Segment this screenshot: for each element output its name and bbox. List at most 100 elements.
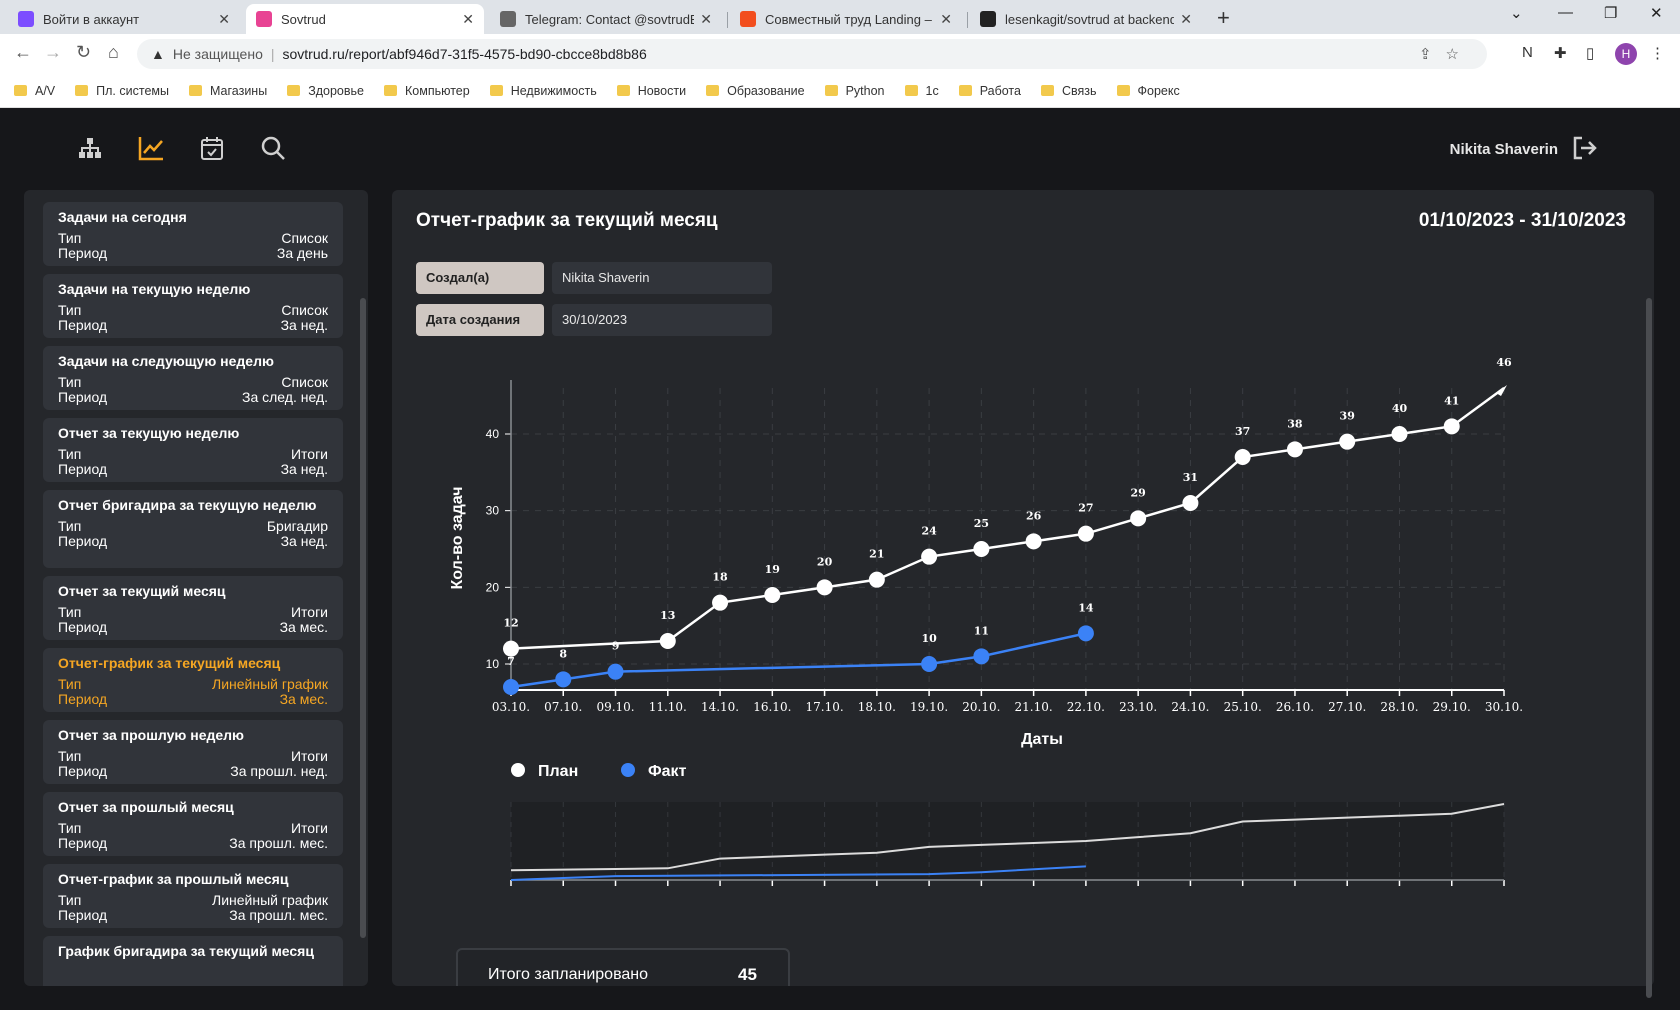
- report-card[interactable]: Отчет за прошлый месяц Тип Итоги Период За п…: [43, 792, 343, 856]
- report-card[interactable]: Задачи на текущую неделю Тип Список Период З…: [43, 274, 343, 338]
- close-icon[interactable]: ✕: [218, 11, 230, 28]
- forward-arrow-icon[interactable]: →: [44, 42, 62, 63]
- bookmark-item[interactable]: Недвижимость: [489, 84, 597, 98]
- report-card[interactable]: Задачи на следующую неделю Тип Список Перио…: [43, 346, 343, 410]
- bookmark-item[interactable]: Работа: [958, 84, 1021, 98]
- report-card-title: Задачи на сегодня: [58, 209, 187, 225]
- home-icon[interactable]: ⌂: [108, 42, 119, 63]
- folder-icon: [824, 85, 838, 96]
- bookmark-item[interactable]: Компьютер: [384, 84, 470, 98]
- tab-search-icon[interactable]: ⌄: [1510, 4, 1523, 22]
- plan-point: [816, 579, 833, 596]
- address-bar[interactable]: ▲ Не защищено | sovtrud.ru/report/abf946…: [137, 39, 1487, 69]
- warning-triangle-icon[interactable]: ▲: [151, 46, 165, 62]
- plan-point: [764, 587, 781, 603]
- report-card-value: За прошл. мес.: [229, 907, 328, 923]
- kebab-menu-icon[interactable]: ⋮: [1650, 44, 1665, 62]
- report-card[interactable]: График бригадира за текущий месяц: [43, 936, 343, 986]
- user-name[interactable]: Nikita Shaverin: [1450, 141, 1558, 158]
- close-icon[interactable]: ✕: [700, 11, 712, 28]
- security-status[interactable]: Не защищено: [173, 46, 263, 62]
- browser-tab[interactable]: Telegram: Contact @sovtrudBot ✕: [490, 4, 722, 34]
- report-card-title: Отчет за прошлую неделю: [58, 727, 245, 743]
- report-card-label: Период: [58, 245, 108, 261]
- back-arrow-icon[interactable]: ←: [14, 42, 32, 63]
- folder-icon: [1040, 85, 1054, 96]
- bookmark-item[interactable]: Новости: [616, 84, 686, 98]
- bookmark-item[interactable]: Python: [824, 83, 885, 98]
- hierarchy-icon[interactable]: [76, 134, 104, 162]
- plan-point: [1286, 441, 1303, 458]
- reload-icon[interactable]: ↻: [76, 42, 91, 63]
- report-card-row: Период За нед.: [58, 318, 328, 333]
- bookmark-item[interactable]: 1с: [904, 84, 939, 98]
- bookmark-item[interactable]: Здоровье: [287, 84, 364, 98]
- sidebar-scrollbar[interactable]: [360, 298, 366, 938]
- tab-separator: [967, 12, 968, 28]
- report-card-value: Итоги: [290, 748, 328, 764]
- close-icon[interactable]: ✕: [462, 11, 474, 28]
- report-card-label: Тип: [58, 820, 82, 836]
- profile-avatar[interactable]: H: [1615, 43, 1637, 65]
- report-card-value: Список: [281, 302, 328, 318]
- restore-icon[interactable]: ❐: [1604, 4, 1617, 22]
- bookmark-item[interactable]: Связь: [1040, 84, 1097, 98]
- report-card[interactable]: Отчет за прошлую неделю Тип Итоги Период За …: [43, 720, 343, 784]
- search-icon[interactable]: [259, 134, 287, 162]
- x-tick-label: 11.10.: [649, 700, 687, 714]
- report-card-label: Тип: [58, 518, 82, 534]
- bookmark-item[interactable]: Пл. системы: [75, 84, 169, 98]
- data-label: 20: [817, 555, 833, 568]
- report-card[interactable]: Задачи на сегодня Тип Список Период За день: [43, 202, 343, 266]
- browser-tab[interactable]: Войти в аккаунт ✕: [8, 4, 240, 34]
- plan-point: [973, 541, 990, 557]
- report-card-value: За нед.: [280, 533, 328, 549]
- browser-tab[interactable]: lesenkagit/sovtrud at backend-d ✕: [970, 4, 1202, 34]
- y-tick-label: 40: [486, 427, 500, 441]
- report-card-title: Отчет-график за прошлый месяц: [58, 871, 289, 887]
- x-tick-label: 30.10.: [1485, 700, 1523, 714]
- report-card[interactable]: Отчет за текущую неделю Тип Итоги Период За …: [43, 418, 343, 482]
- report-scrollbar[interactable]: [1646, 298, 1652, 998]
- report-card[interactable]: Отчет за текущий месяц Тип Итоги Период За м…: [43, 576, 343, 640]
- tab-favicon-icon: [740, 11, 756, 27]
- share-and-star-icons[interactable]: ⇪☆: [1419, 45, 1473, 63]
- report-card[interactable]: Отчет-график за текущий месяц Тип Линейный…: [43, 648, 343, 712]
- report-card[interactable]: Отчет-график за прошлый месяц Тип Линейный…: [43, 864, 343, 928]
- minimize-icon[interactable]: —: [1558, 4, 1573, 21]
- data-label: 21: [869, 548, 884, 561]
- report-card-value: Итоги: [290, 446, 328, 462]
- extensions-puzzle-icon[interactable]: ✚: [1554, 44, 1567, 62]
- address-divider: |: [270, 46, 275, 62]
- report-card-row: Период За след. нед.: [58, 390, 328, 405]
- plan-point: [1077, 525, 1094, 542]
- new-tab-button[interactable]: +: [1217, 5, 1230, 31]
- bookmark-label: Пл. системы: [96, 83, 169, 98]
- total-planned-label: Итого запланировано: [488, 966, 649, 983]
- report-card-label: Тип: [58, 748, 82, 764]
- calendar-icon[interactable]: [198, 134, 226, 162]
- notion-icon[interactable]: N: [1522, 44, 1533, 61]
- report-card[interactable]: Отчет бригадира за текущую неделю Тип Бриг…: [43, 490, 343, 568]
- close-icon[interactable]: ✕: [940, 11, 952, 28]
- bookmark-label: Образование: [727, 83, 805, 98]
- bookmark-label: Форекс: [1137, 83, 1180, 98]
- close-icon[interactable]: ✕: [1180, 11, 1192, 28]
- window-close-icon[interactable]: ✕: [1650, 4, 1663, 22]
- line-chart[interactable]: 10 20 30 40 03.10. 07.10. 09.10. 11.10. 14.10. 16…: [392, 190, 1654, 930]
- url-text[interactable]: sovtrud.ru/report/abf946d7-31f5-4575-bd9…: [283, 46, 647, 62]
- bookmark-item[interactable]: Образование: [706, 83, 805, 98]
- side-panel-icon[interactable]: ▯: [1586, 44, 1594, 62]
- browser-tab[interactable]: Совместный труд Landing – Fig ✕: [730, 4, 962, 34]
- logout-icon[interactable]: [1570, 134, 1598, 162]
- browser-tab-active[interactable]: Sovtrud ✕: [246, 4, 484, 34]
- bookmark-label: Python: [845, 83, 885, 98]
- bookmark-item[interactable]: Форекс: [1116, 83, 1180, 98]
- bookmark-item[interactable]: A/V: [14, 84, 55, 98]
- tab-separator: [727, 12, 728, 28]
- tab-label: Sovtrud: [281, 11, 326, 27]
- bookmark-item[interactable]: Магазины: [188, 84, 267, 98]
- data-label: 18: [712, 571, 728, 584]
- chart-line-icon[interactable]: [137, 134, 165, 162]
- report-card-label: Тип: [58, 604, 82, 620]
